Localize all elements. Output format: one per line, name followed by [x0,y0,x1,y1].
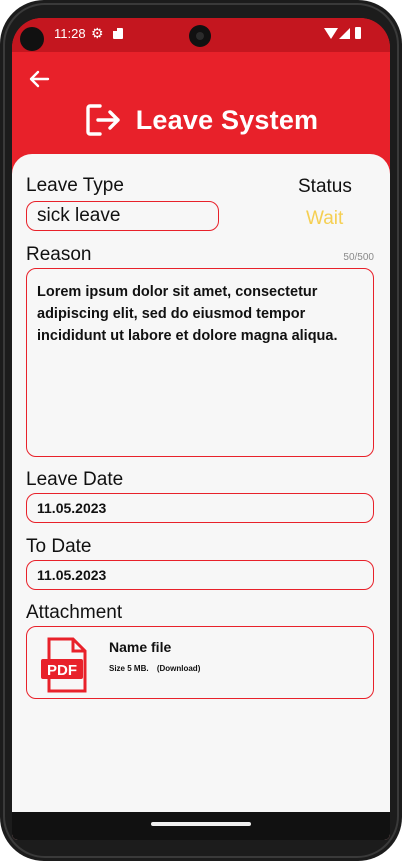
signal-icon [339,28,350,39]
phone-frame: 11:28 ⚙ Leave System Leave Type sick lea… [0,0,402,861]
pdf-icon-text: PDF [47,662,77,679]
leave-type-field[interactable]: sick leave [26,201,219,231]
logout-icon [86,104,120,136]
reason-textarea[interactable]: Lorem ipsum dolor sit amet, consectetur … [26,268,374,457]
sd-card-icon [113,28,123,39]
leave-date-label: Leave Date [26,469,124,490]
status-time: 11:28 [54,26,86,41]
settings-gear-icon: ⚙ [91,25,104,41]
leave-type-label: Leave Type [26,175,124,196]
pdf-file-icon: PDF [41,637,87,693]
attachment-label: Attachment [26,602,123,623]
front-camera-icon [189,25,211,47]
app-screen: 11:28 ⚙ Leave System Leave Type sick lea… [12,18,390,840]
back-arrow-icon [29,70,50,88]
header: Leave System [12,98,390,142]
wifi-icon [324,28,338,39]
status-label: Status [298,176,352,197]
status-bar: 11:28 ⚙ [12,18,390,52]
reason-character-counter: 50/500 [343,252,374,263]
download-link[interactable]: (Download) [157,664,201,673]
home-indicator[interactable] [151,822,251,826]
back-button[interactable] [26,68,52,90]
reason-label: Reason [26,244,92,265]
status-badge: Wait [306,208,344,229]
navigation-bar [12,812,390,840]
attachment-item[interactable]: PDF Name file Size 5 MB. (Download) [26,626,374,699]
leave-form-card: Leave Type sick leave Status Wait Reason… [12,154,390,840]
page-title: Leave System [135,104,319,135]
attachment-size: Size 5 MB. [109,664,149,673]
battery-icon [355,27,361,39]
camera-cutout-icon [20,27,44,51]
leave-date-field[interactable]: 11.05.2023 [26,493,374,523]
to-date-label: To Date [26,536,92,557]
attachment-meta: Size 5 MB. (Download) [109,664,200,673]
to-date-field[interactable]: 11.05.2023 [26,560,374,590]
attachment-file-name: Name file [109,639,172,655]
